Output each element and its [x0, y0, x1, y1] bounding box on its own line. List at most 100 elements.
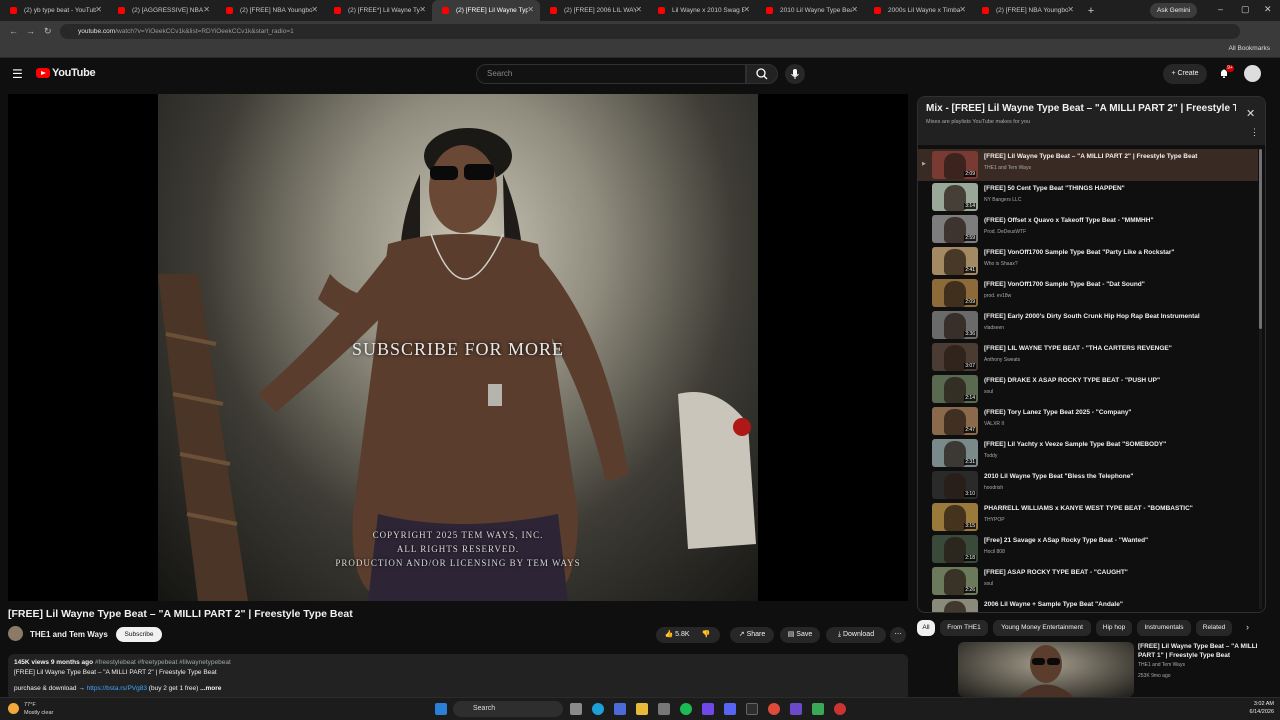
- browser-tab[interactable]: 2000s Lil Wayne x Timbaland✕: [864, 0, 972, 21]
- hashtags[interactable]: #freestylebeat #freetypebeat #lilwaynety…: [95, 659, 231, 666]
- chip-related[interactable]: Related: [1196, 620, 1232, 636]
- related-video-thumbnail[interactable]: [958, 642, 1134, 697]
- mix-item-thumbnail[interactable]: 2:18: [932, 535, 978, 563]
- mix-item[interactable]: 2006 Lil Wayne + Sample Type Beat "Andal…: [918, 597, 1258, 612]
- browser-tab[interactable]: (2) [FREE] NBA Youngboy Type✕: [972, 0, 1080, 21]
- all-bookmarks-button[interactable]: All Bookmarks: [1228, 45, 1270, 52]
- mix-item-thumbnail[interactable]: 2:09: [932, 151, 978, 179]
- copilot-icon[interactable]: [614, 703, 626, 715]
- chip-instrumentals[interactable]: Instrumentals: [1137, 620, 1191, 636]
- more-actions-button[interactable]: ⋯: [890, 627, 906, 643]
- tab-close-icon[interactable]: ✕: [203, 5, 210, 14]
- browser-tab[interactable]: Lil Wayne x 2010 Swag Era ✕: [648, 0, 756, 21]
- system-clock[interactable]: 3:02 AM 6/14/2026: [1224, 700, 1274, 716]
- mix-item[interactable]: 3:10 2010 Lil Wayne Type Beat "Bless the …: [918, 469, 1258, 501]
- maximize-icon[interactable]: ▢: [1241, 4, 1250, 15]
- weather-widget[interactable]: 77°F Mostly clear: [24, 701, 53, 717]
- tab-close-icon[interactable]: ✕: [527, 5, 534, 14]
- mix-item[interactable]: 3:15 PHARRELL WILLIAMS x KANYE WEST TYPE …: [918, 501, 1258, 533]
- browser-tab[interactable]: (2) [FREE] Lil Wayne Type ✕: [432, 0, 540, 21]
- voice-search-button[interactable]: [785, 64, 805, 84]
- browser-tab[interactable]: (2) [FREE] 2006 LIL WAYNE TYPE✕: [540, 0, 648, 21]
- tab-close-icon[interactable]: ✕: [743, 5, 750, 14]
- related-video-title[interactable]: [FREE] Lil Wayne Type Beat – "A MILLI PA…: [1138, 642, 1262, 660]
- chip-from-channel[interactable]: From THE1: [940, 620, 988, 636]
- mix-item-thumbnail[interactable]: 3:36: [932, 311, 978, 339]
- mix-item[interactable]: 2:09 [FREE] VonOff1700 Sample Type Beat -…: [918, 277, 1258, 309]
- browser-tab[interactable]: (2) yb type beat - YouTube ✕: [0, 0, 108, 21]
- mix-item-thumbnail[interactable]: 2:09: [932, 279, 978, 307]
- tab-close-icon[interactable]: ✕: [311, 5, 318, 14]
- youtube-logo-icon[interactable]: [36, 68, 50, 78]
- download-button[interactable]: ⤓ Download: [826, 627, 886, 643]
- mix-scrollbar-thumb[interactable]: [1259, 149, 1262, 329]
- chip-all[interactable]: All: [917, 620, 935, 636]
- mix-item-thumbnail[interactable]: 3:15: [932, 503, 978, 531]
- mix-item[interactable]: 2:31 [FREE] Lil Yachty x Veeze Sample Typ…: [918, 437, 1258, 469]
- reload-icon[interactable]: ↻: [44, 26, 52, 37]
- chip-hip-hop[interactable]: Hip hop: [1096, 620, 1132, 636]
- subscribe-button[interactable]: Subscribe: [116, 627, 162, 642]
- mix-item[interactable]: 2:14 (FREE) DRAKE X ASAP ROCKY TYPE BEAT …: [918, 373, 1258, 405]
- ask-gemini-button[interactable]: Ask Gemini: [1150, 3, 1198, 18]
- spotify-icon[interactable]: [680, 703, 692, 715]
- purchase-link[interactable]: https://bsta.rs/PVg83: [87, 685, 147, 692]
- tab-close-icon[interactable]: ✕: [959, 5, 966, 14]
- mix-item-thumbnail[interactable]: 3:10: [932, 471, 978, 499]
- mix-item[interactable]: 2:18 [Free] 21 Savage x ASap Rocky Type B…: [918, 533, 1258, 565]
- description-box[interactable]: 145K views 9 months ago #freestylebeat #…: [8, 654, 908, 700]
- weather-icon[interactable]: [8, 703, 19, 714]
- mix-item[interactable]: ▶ 2:09 [FREE] Lil Wayne Type Beat – "A MIL…: [918, 149, 1258, 181]
- app-icon[interactable]: [812, 703, 824, 715]
- mix-item[interactable]: 2:59 (FREE) Offset x Quavo x Takeoff Type…: [918, 213, 1258, 245]
- search-button[interactable]: [746, 64, 778, 84]
- chip-young-money[interactable]: Young Money Entertainment: [993, 620, 1091, 636]
- youtube-logo-text[interactable]: YouTube: [52, 67, 96, 79]
- mix-item-thumbnail[interactable]: 2:59: [932, 215, 978, 243]
- minimize-icon[interactable]: –: [1218, 4, 1223, 14]
- browser-tab[interactable]: 2010 Lil Wayne Type Beat ✕: [756, 0, 864, 21]
- mix-item-thumbnail[interactable]: 2:26: [932, 567, 978, 595]
- channel-name[interactable]: THE1 and Tem Ways: [30, 630, 108, 639]
- tab-close-icon[interactable]: ✕: [1067, 5, 1074, 14]
- mix-item[interactable]: 3:07 [FREE] LIL WAYNE TYPE BEAT - "THA CA…: [918, 341, 1258, 373]
- browser-tab[interactable]: (2) [FREE] NBA Youngboy Type✕: [216, 0, 324, 21]
- tab-close-icon[interactable]: ✕: [95, 5, 102, 14]
- app-icon[interactable]: [702, 703, 714, 715]
- mix-item-thumbnail[interactable]: [932, 599, 978, 612]
- mix-item-thumbnail[interactable]: 3:07: [932, 343, 978, 371]
- mix-item[interactable]: 3:14 [FREE] 50 Cent Type Beat "THINGS HAP…: [918, 181, 1258, 213]
- close-window-icon[interactable]: ✕: [1264, 4, 1272, 15]
- mix-item-thumbnail[interactable]: 2:31: [932, 439, 978, 467]
- app-icon[interactable]: [834, 703, 846, 715]
- browser-tab[interactable]: (2) [AGGRESSIVE] NBA Youngboy✕: [108, 0, 216, 21]
- chevron-right-icon[interactable]: ›: [1246, 622, 1249, 632]
- start-icon[interactable]: [435, 703, 447, 715]
- tab-close-icon[interactable]: ✕: [419, 5, 426, 14]
- mix-item-thumbnail[interactable]: 2:41: [932, 247, 978, 275]
- share-button[interactable]: ↗ Share: [730, 627, 774, 643]
- task-view-icon[interactable]: [570, 703, 582, 715]
- dislike-icon[interactable]: 👎: [695, 627, 717, 643]
- mix-title[interactable]: Mix - [FREE] Lil Wayne Type Beat – "A MI…: [926, 103, 1236, 114]
- mix-item[interactable]: 2:47 (FREE) Tory Lanez Type Beat 2025 - "…: [918, 405, 1258, 437]
- more-vert-icon[interactable]: ⋮: [1250, 127, 1259, 138]
- related-video-channel[interactable]: THE1 and Tem Ways: [1138, 662, 1185, 668]
- discord-icon[interactable]: [724, 703, 736, 715]
- file-explorer-icon[interactable]: [636, 703, 648, 715]
- mix-item[interactable]: 2:41 [FREE] VonOff1700 Sample Type Beat "…: [918, 245, 1258, 277]
- forward-icon[interactable]: →: [26, 26, 35, 36]
- video-player[interactable]: SUBSCRIBE FOR MORE COPYRIGHT 2025 TEM WA…: [8, 94, 908, 601]
- tab-close-icon[interactable]: ✕: [851, 5, 858, 14]
- mix-item[interactable]: 2:26 [FREE] ASAP ROCKY TYPE BEAT - "CAUGH…: [918, 565, 1258, 597]
- browser-tab[interactable]: (2) [FREE*] Lil Wayne Type Beat✕: [324, 0, 432, 21]
- create-button[interactable]: + Create: [1163, 64, 1207, 84]
- mix-item-thumbnail[interactable]: 2:47: [932, 407, 978, 435]
- url-field[interactable]: youtube.com/watch?v=YiOeekCCv1k&list=RDY…: [60, 24, 1240, 39]
- edge-icon[interactable]: [592, 703, 604, 715]
- mix-item[interactable]: 3:36 [FREE] Early 2000's Dirty South Crun…: [918, 309, 1258, 341]
- search-input[interactable]: Search: [476, 64, 746, 84]
- app-icon[interactable]: [790, 703, 802, 715]
- chrome-icon[interactable]: [768, 703, 780, 715]
- mix-scrollbar[interactable]: [1259, 149, 1262, 609]
